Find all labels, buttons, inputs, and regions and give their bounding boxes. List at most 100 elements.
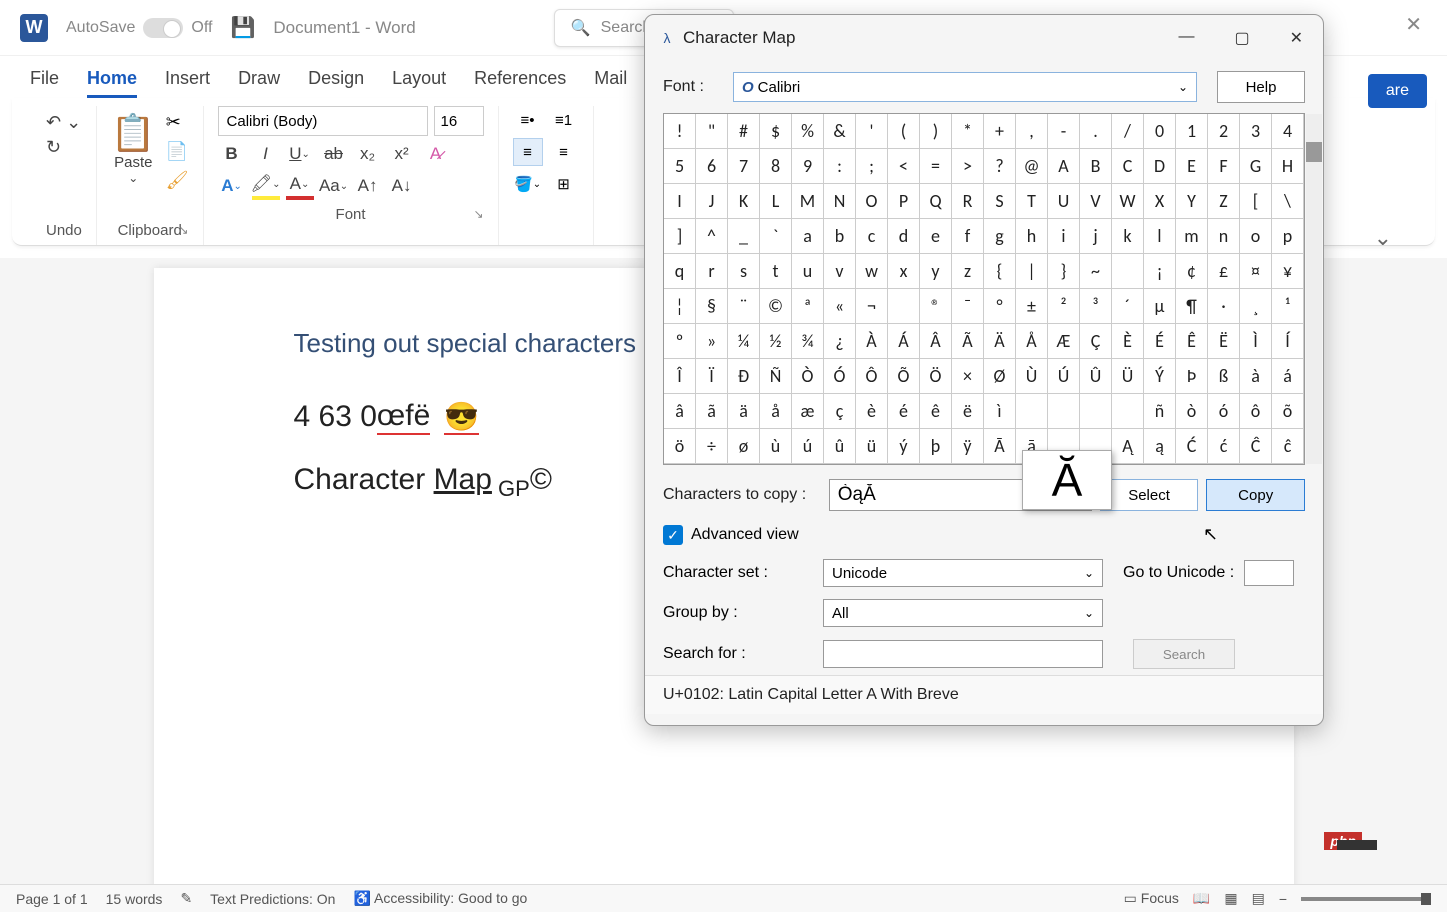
char-cell[interactable]: M — [792, 184, 824, 219]
char-cell[interactable]: þ — [920, 429, 952, 464]
char-cell[interactable]: Ä — [984, 324, 1016, 359]
italic-button[interactable]: I — [252, 140, 280, 168]
char-cell[interactable]: é — [888, 394, 920, 429]
char-cell[interactable]: ® — [920, 289, 952, 324]
char-cell[interactable]: À — [856, 324, 888, 359]
char-cell[interactable]: , — [1016, 114, 1048, 149]
char-cell[interactable]: § — [696, 289, 728, 324]
clipboard-launcher-icon[interactable]: ↘ — [178, 223, 188, 237]
char-cell[interactable]: ¸ — [1240, 289, 1272, 324]
char-cell[interactable]: y — [920, 254, 952, 289]
word-close-icon[interactable]: ✕ — [1405, 12, 1422, 37]
maximize-button[interactable]: ▢ — [1226, 24, 1257, 52]
copy-button[interactable]: Copy — [1206, 479, 1305, 511]
minimize-button[interactable]: — — [1170, 24, 1202, 52]
char-cell[interactable]: Ā — [984, 429, 1016, 464]
cut-icon[interactable]: ✂ — [166, 112, 189, 133]
char-cell[interactable]: % — [792, 114, 824, 149]
char-cell[interactable]: á — [1272, 359, 1304, 394]
char-cell[interactable]: e — [920, 219, 952, 254]
char-cell[interactable]: z — [952, 254, 984, 289]
char-cell[interactable]: 5 — [664, 149, 696, 184]
char-cell[interactable]: C — [1112, 149, 1144, 184]
char-cell[interactable]: r — [696, 254, 728, 289]
char-cell[interactable]: X — [1144, 184, 1176, 219]
char-cell[interactable]: ¡ — [1144, 254, 1176, 289]
redo-button[interactable]: ↻ — [46, 137, 61, 158]
char-cell[interactable]: B — [1080, 149, 1112, 184]
zoom-slider[interactable] — [1301, 897, 1431, 901]
char-cell[interactable]: { — [984, 254, 1016, 289]
advanced-checkbox[interactable]: ✓ — [663, 525, 683, 545]
paste-button[interactable]: 📋 Paste ⌄ — [111, 112, 156, 185]
char-cell[interactable]: ą — [1144, 429, 1176, 464]
char-cell[interactable]: ] — [664, 219, 696, 254]
char-cell[interactable]: < — [888, 149, 920, 184]
char-cell[interactable]: l — [1144, 219, 1176, 254]
share-button[interactable]: are — [1368, 74, 1427, 108]
char-cell[interactable]: · — [1208, 289, 1240, 324]
char-cell[interactable]: £ — [1208, 254, 1240, 289]
char-cell[interactable]: / — [1112, 114, 1144, 149]
char-cell[interactable]: & — [824, 114, 856, 149]
char-cell[interactable]: è — [856, 394, 888, 429]
char-cell[interactable]: m — [1176, 219, 1208, 254]
strike-button[interactable]: ab — [320, 140, 348, 168]
char-cell[interactable] — [1112, 394, 1144, 429]
char-cell[interactable]: ' — [856, 114, 888, 149]
char-cell[interactable]: ĉ — [1272, 429, 1304, 464]
char-cell[interactable]: « — [824, 289, 856, 324]
char-cell[interactable]: © — [760, 289, 792, 324]
char-cell[interactable]: k — [1112, 219, 1144, 254]
tab-layout[interactable]: Layout — [392, 68, 446, 98]
char-cell[interactable]: N — [824, 184, 856, 219]
char-cell[interactable]: d — [888, 219, 920, 254]
char-cell[interactable]: È — [1112, 324, 1144, 359]
char-cell[interactable]: q — [664, 254, 696, 289]
font-launcher-icon[interactable]: ↘ — [473, 207, 483, 221]
char-cell[interactable]: Î — [664, 359, 696, 394]
search-input[interactable] — [823, 640, 1103, 668]
shading-button[interactable]: 🪣⌄ — [513, 170, 543, 198]
char-cell[interactable]: 2 — [1208, 114, 1240, 149]
char-cell[interactable]: » — [696, 324, 728, 359]
char-cell[interactable]: 1 — [1176, 114, 1208, 149]
subscript-button[interactable]: x₂ — [354, 140, 382, 168]
read-mode-icon[interactable]: 📖 — [1193, 890, 1210, 907]
char-cell[interactable]: ø — [728, 429, 760, 464]
char-cell[interactable]: ) — [920, 114, 952, 149]
char-cell[interactable]: ½ — [760, 324, 792, 359]
copy-icon[interactable]: 📄 — [166, 141, 189, 162]
word-count[interactable]: 15 words — [106, 891, 163, 907]
tab-insert[interactable]: Insert — [165, 68, 210, 98]
char-cell[interactable]: ¥ — [1272, 254, 1304, 289]
font-size-select[interactable] — [434, 106, 484, 136]
char-cell[interactable]: } — [1048, 254, 1080, 289]
char-cell[interactable]: û — [824, 429, 856, 464]
bold-button[interactable]: B — [218, 140, 246, 168]
char-cell[interactable]: ¬ — [856, 289, 888, 324]
char-cell[interactable]: õ — [1272, 394, 1304, 429]
char-cell[interactable]: > — [952, 149, 984, 184]
char-cell[interactable]: Ù — [1016, 359, 1048, 394]
char-cell[interactable]: Ú — [1048, 359, 1080, 394]
font-name-select[interactable] — [218, 106, 428, 136]
charset-select[interactable]: Unicode ⌄ — [823, 559, 1103, 587]
char-cell[interactable]: æ — [792, 394, 824, 429]
char-cell[interactable]: ´ — [1112, 289, 1144, 324]
char-cell[interactable]: Ë — [1208, 324, 1240, 359]
goto-unicode-input[interactable] — [1244, 560, 1294, 586]
char-cell[interactable]: ¹ — [1272, 289, 1304, 324]
char-cell[interactable]: W — [1112, 184, 1144, 219]
focus-mode-button[interactable]: ▭ Focus — [1124, 890, 1179, 907]
char-cell[interactable]: ç — [824, 394, 856, 429]
char-cell[interactable]: Å — [1016, 324, 1048, 359]
search-button[interactable]: Search — [1133, 639, 1235, 669]
char-cell[interactable]: o — [1240, 219, 1272, 254]
char-cell[interactable]: 7 — [728, 149, 760, 184]
tab-mailings[interactable]: Mail — [594, 68, 627, 98]
accessibility-status[interactable]: ♿ Accessibility: Good to go — [353, 890, 527, 907]
char-cell[interactable]: ? — [984, 149, 1016, 184]
char-cell[interactable]: ¶ — [1176, 289, 1208, 324]
char-cell[interactable]: å — [760, 394, 792, 429]
